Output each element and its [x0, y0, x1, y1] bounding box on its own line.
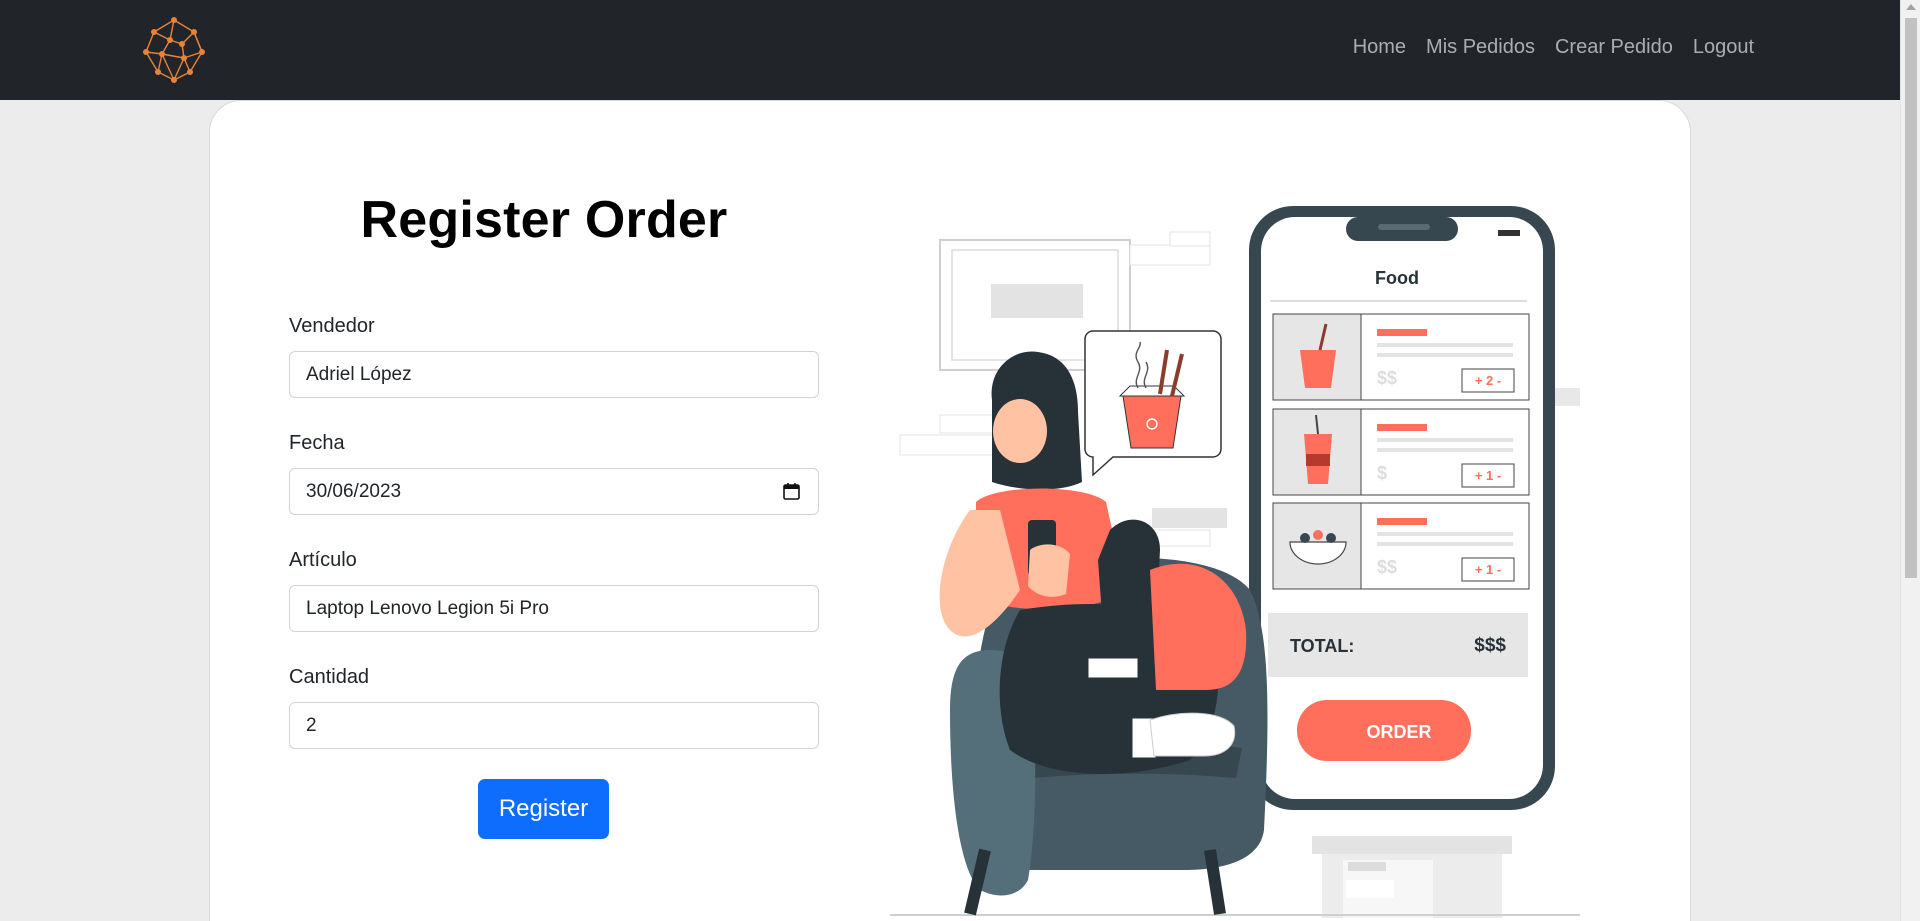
item-2-qty: + 1 -: [1475, 468, 1501, 483]
item-1-qty: + 2 -: [1475, 373, 1501, 388]
page-title: Register Order: [360, 191, 728, 249]
nav-home-link[interactable]: Home: [1353, 36, 1406, 59]
phone-item-row: $$ + 1 -: [1272, 502, 1530, 590]
nav-logout-link[interactable]: Logout: [1693, 36, 1754, 59]
food-order-illustration: Food $$ + 2 - $ + 1 - $$ + 1 - TOTAL: $$…: [890, 206, 1580, 918]
phone-item-row: $ + 1 -: [1272, 408, 1530, 496]
vendedor-label: Vendedor: [289, 315, 375, 337]
phone-total-label: TOTAL:: [1290, 636, 1354, 656]
phone-total-value: $$$: [1474, 635, 1506, 656]
cantidad-label: Cantidad: [289, 666, 370, 688]
phone-item-row: $$ + 2 -: [1272, 313, 1530, 401]
network-logo-icon[interactable]: [140, 16, 208, 84]
navbar: Home Mis Pedidos Crear Pedido Logout: [0, 0, 1900, 100]
scroll-up-arrow-icon[interactable]: [1906, 4, 1916, 10]
cantidad-field[interactable]: 2: [289, 702, 819, 749]
calendar-icon[interactable]: [783, 482, 800, 500]
nav-links: Home Mis Pedidos Crear Pedido Logout: [1353, 36, 1754, 59]
articulo-field[interactable]: Laptop Lenovo Legion 5i Pro: [289, 585, 819, 632]
page-scrollbar[interactable]: [1900, 0, 1920, 921]
item-1-price: $$: [1377, 368, 1397, 388]
nav-mis-pedidos-link[interactable]: Mis Pedidos: [1426, 36, 1535, 59]
vendedor-field[interactable]: Adriel López: [289, 351, 819, 398]
fecha-date-input[interactable]: 30/06/2023: [289, 468, 819, 515]
item-3-price: $$: [1377, 557, 1397, 577]
fecha-label: Fecha: [289, 432, 345, 454]
articulo-value: Laptop Lenovo Legion 5i Pro: [306, 597, 549, 619]
noodle-speech-bubble: [1084, 330, 1222, 477]
phone-mockup: Food $$ + 2 - $ + 1 - $$ + 1 - TOTAL: $$…: [1249, 206, 1555, 810]
nav-crear-pedido-link[interactable]: Crear Pedido: [1555, 36, 1673, 59]
register-button[interactable]: Register: [478, 779, 609, 839]
articulo-label: Artículo: [289, 549, 357, 571]
phone-order-label: ORDER: [1366, 722, 1431, 742]
vendedor-value: Adriel López: [306, 363, 412, 385]
item-2-price: $: [1377, 463, 1387, 483]
item-3-qty: + 1 -: [1475, 562, 1501, 577]
phone-app-title: Food: [1375, 268, 1419, 288]
fecha-value: 30/06/2023: [306, 480, 402, 502]
cantidad-value: 2: [306, 714, 317, 736]
scrollbar-thumb[interactable]: [1905, 18, 1917, 578]
